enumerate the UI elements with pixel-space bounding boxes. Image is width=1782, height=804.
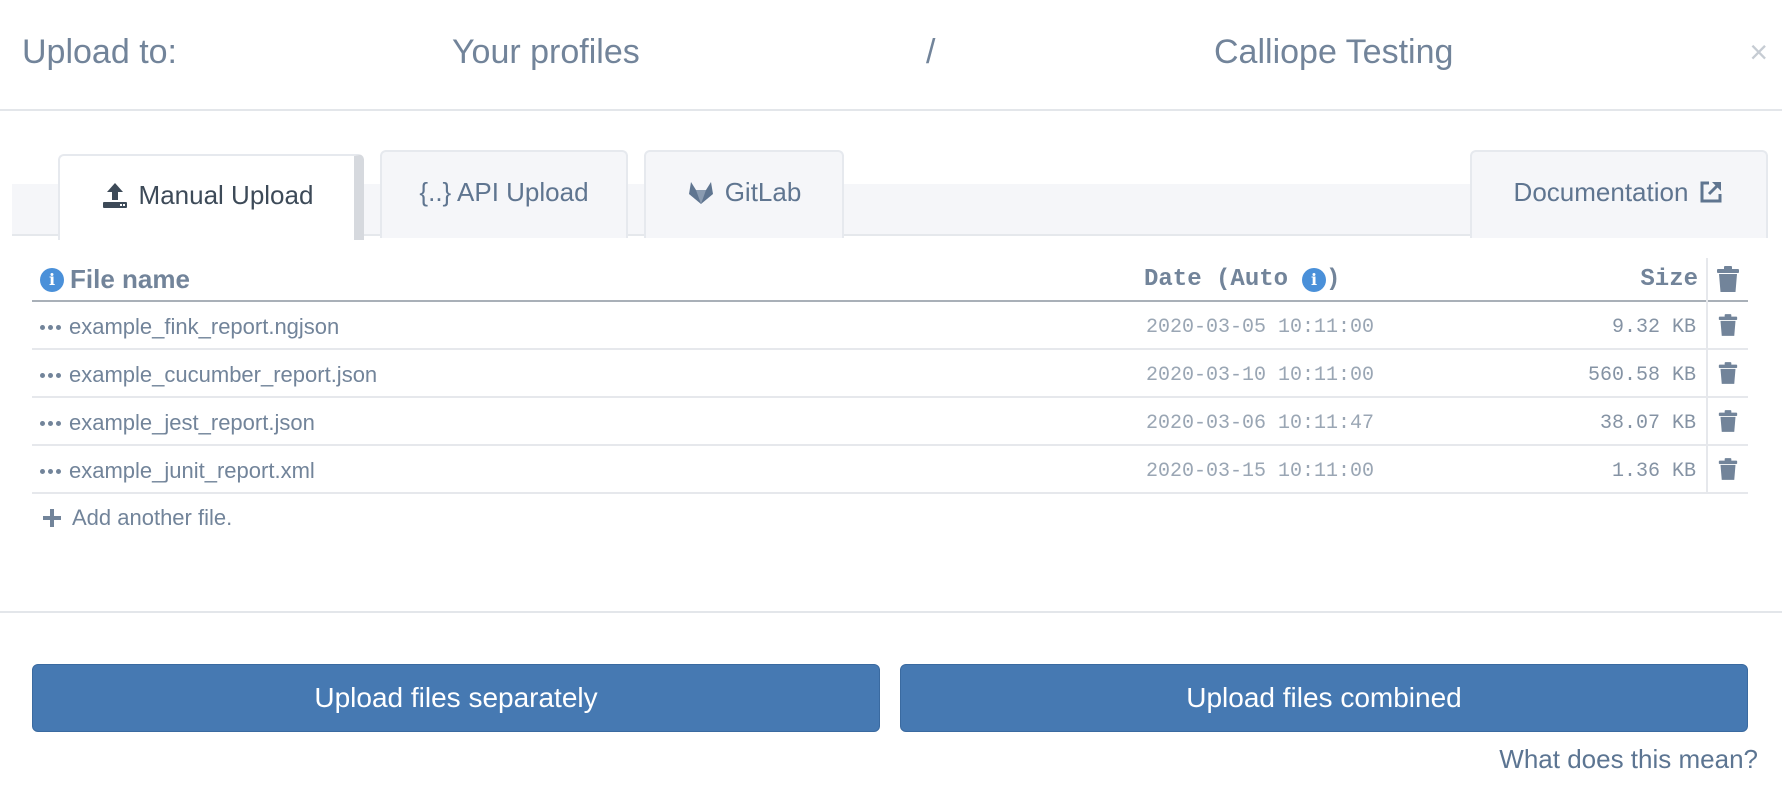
upload-header: Upload to: Your profiles / Calliope Test… xyxy=(0,0,1782,111)
column-date: Date (Auto i ) xyxy=(1144,266,1341,293)
file-name: example_cucumber_report.json xyxy=(69,362,378,387)
upload-icon xyxy=(101,181,129,209)
delete-file-button[interactable] xyxy=(1708,350,1748,396)
column-size: Size xyxy=(1640,266,1698,293)
file-name: example_fink_report.ngjson xyxy=(69,314,340,339)
delete-file-button[interactable] xyxy=(1708,446,1748,492)
tab-label: Documentation xyxy=(1513,176,1689,207)
gitlab-icon xyxy=(687,178,715,206)
tab-manual-upload[interactable]: Manual Upload xyxy=(58,154,364,240)
section-divider xyxy=(0,611,1782,613)
delete-file-button[interactable] xyxy=(1708,398,1748,444)
info-icon[interactable]: i xyxy=(1302,267,1327,292)
delete-file-button[interactable] xyxy=(1708,302,1748,348)
external-link-icon xyxy=(1698,179,1724,205)
file-date: 2020-03-15 10:11:00 xyxy=(1146,460,1375,483)
file-size: 1.36 KB xyxy=(1611,460,1696,483)
help-link[interactable]: What does this mean? xyxy=(1499,744,1758,775)
plus-icon xyxy=(43,509,61,527)
upload-separately-button[interactable]: Upload files separately xyxy=(32,664,880,732)
file-name: example_jest_report.json xyxy=(69,410,315,435)
file-date: 2020-03-10 10:11:00 xyxy=(1146,364,1375,387)
add-file-button[interactable]: Add another file. xyxy=(32,494,1748,542)
file-size: 38.07 KB xyxy=(1599,412,1696,435)
breadcrumb-separator: / xyxy=(926,33,936,71)
column-file-name: i File name xyxy=(40,264,190,295)
table-row: example_cucumber_report.json 2020-03-10 … xyxy=(32,350,1748,398)
add-file-label: Add another file. xyxy=(72,505,233,530)
tab-label: Manual Upload xyxy=(138,179,314,210)
tab-api-upload[interactable]: {..} API Upload xyxy=(380,150,628,238)
trash-icon xyxy=(1718,410,1738,432)
file-size: 560.58 KB xyxy=(1587,364,1696,387)
trash-icon xyxy=(1718,458,1738,480)
breadcrumb-profiles[interactable]: Your profiles xyxy=(452,32,640,72)
file-table: i File name Date (Auto i ) Size example_… xyxy=(32,258,1748,542)
table-header: i File name Date (Auto i ) Size xyxy=(32,258,1748,302)
upload-to-label: Upload to: xyxy=(22,33,177,71)
table-row: example_jest_report.json 2020-03-06 10:1… xyxy=(32,398,1748,446)
tab-label: GitLab xyxy=(724,176,802,207)
trash-icon xyxy=(1718,314,1738,336)
close-icon[interactable]: × xyxy=(1749,34,1768,70)
tab-documentation[interactable]: Documentation xyxy=(1470,150,1768,238)
breadcrumb-project[interactable]: Calliope Testing xyxy=(1214,32,1453,72)
trash-icon xyxy=(1718,362,1738,384)
table-row: example_fink_report.ngjson 2020-03-05 10… xyxy=(32,302,1748,350)
tab-label: {..} API Upload xyxy=(419,176,589,207)
upload-combined-button[interactable]: Upload files combined xyxy=(900,664,1748,732)
file-date: 2020-03-05 10:11:00 xyxy=(1146,316,1375,339)
more-options-icon[interactable] xyxy=(40,468,61,474)
more-options-icon[interactable] xyxy=(40,420,61,426)
file-size: 9.32 KB xyxy=(1611,316,1696,339)
trash-icon xyxy=(1717,266,1739,292)
tab-gitlab[interactable]: GitLab xyxy=(644,150,844,238)
file-date: 2020-03-06 10:11:47 xyxy=(1146,412,1375,435)
table-row: example_junit_report.xml 2020-03-15 10:1… xyxy=(32,446,1748,494)
more-options-icon[interactable] xyxy=(40,372,61,378)
file-name: example_junit_report.xml xyxy=(69,458,315,483)
info-icon[interactable]: i xyxy=(40,267,64,292)
delete-all-button[interactable] xyxy=(1708,258,1748,300)
more-options-icon[interactable] xyxy=(40,324,61,330)
